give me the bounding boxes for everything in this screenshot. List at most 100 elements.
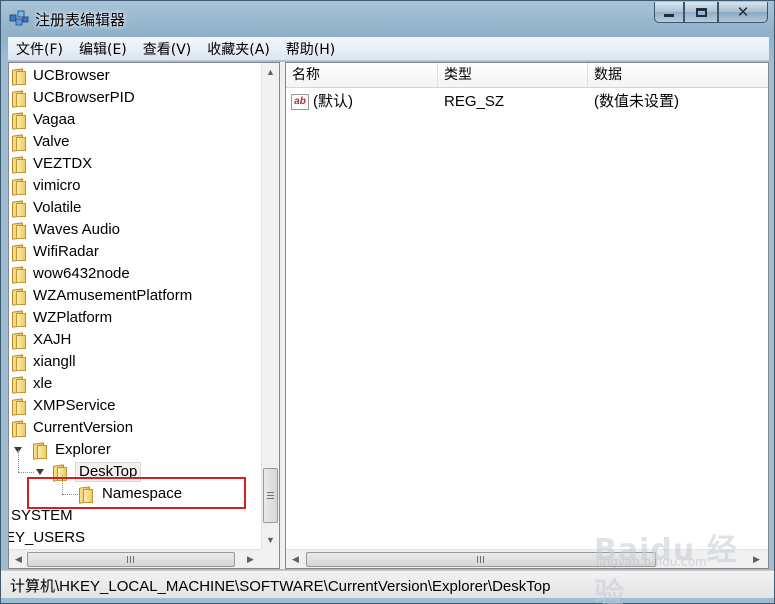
- grip-icon: [477, 556, 478, 563]
- tree-item-label: EY_USERS: [8, 529, 86, 546]
- folder-icon: [12, 399, 26, 415]
- scroll-left-icon[interactable]: ◀: [287, 551, 304, 568]
- tree-item-label: UCBrowser: [33, 67, 110, 84]
- column-header-name[interactable]: 名称: [286, 63, 438, 88]
- tree-item[interactable]: XAJH: [9, 329, 261, 351]
- folder-icon: [33, 443, 47, 459]
- horizontal-scroll-thumb[interactable]: [27, 552, 235, 567]
- tree-item[interactable]: Waves Audio: [9, 219, 261, 241]
- scroll-up-icon[interactable]: ▲: [262, 63, 279, 80]
- title-bar[interactable]: 注册表编辑器 ✕: [1, 1, 774, 35]
- column-header-type[interactable]: 类型: [438, 63, 588, 88]
- tree-item[interactable]: Volatile: [9, 197, 261, 219]
- grip-icon: [127, 556, 128, 563]
- tree-item[interactable]: xle: [9, 373, 261, 395]
- tree-item-label: Valve: [33, 133, 70, 150]
- folder-icon: [12, 223, 26, 239]
- column-header-data[interactable]: 数据: [588, 63, 768, 88]
- tree-item[interactable]: WifiRadar: [9, 241, 261, 263]
- grip-icon: [130, 556, 131, 563]
- tree-item-label: Vagaa: [33, 111, 76, 128]
- scrollbar-corner: [261, 549, 279, 568]
- tree-item-label: wow6432node: [33, 265, 130, 282]
- folder-icon: [12, 245, 26, 261]
- menu-favorites[interactable]: 收藏夹(A): [199, 39, 278, 59]
- minimize-icon: [664, 14, 674, 17]
- scroll-right-icon[interactable]: ▶: [242, 551, 259, 568]
- folder-icon: [12, 355, 26, 371]
- folder-icon: [12, 157, 26, 173]
- window-title: 注册表编辑器: [35, 11, 126, 29]
- tree-item-label: xiangll: [33, 353, 76, 370]
- expand-collapse-icon[interactable]: [36, 469, 44, 475]
- tree-item[interactable]: VEZTDX: [9, 153, 261, 175]
- window-controls: ✕: [654, 2, 768, 24]
- tree-item-label: CurrentVersion: [33, 419, 134, 436]
- client-area: UCBrowser UCBrowserPID Vagaa Valve VEZTD…: [8, 62, 769, 569]
- tree-item[interactable]: wow6432node: [9, 263, 261, 285]
- vertical-scroll-thumb[interactable]: [263, 468, 278, 523]
- tree-item-label: Explorer: [55, 441, 111, 458]
- watermark-url: jingyan.baidu.com: [596, 555, 707, 569]
- tree-item-explorer[interactable]: Explorer: [9, 439, 261, 461]
- tree-item-label: WZPlatform: [33, 309, 113, 326]
- folder-icon: [12, 289, 26, 305]
- regedit-app-icon: [9, 10, 29, 26]
- folder-icon: [12, 201, 26, 217]
- tree-item[interactable]: WZAmusementPlatform: [9, 285, 261, 307]
- tree-connector: [18, 472, 34, 473]
- tree-item-label: Waves Audio: [33, 221, 120, 238]
- tree-item[interactable]: vimicro: [9, 175, 261, 197]
- folder-icon: [12, 69, 26, 85]
- grip-icon: [267, 498, 274, 499]
- value-data: (数值未设置): [594, 93, 679, 110]
- list-header: 名称 类型 数据: [286, 63, 768, 88]
- tree-vertical-scrollbar[interactable]: ▲ ▼: [261, 63, 279, 549]
- registry-path: 计算机\HKEY_LOCAL_MACHINE\SOFTWARE\CurrentV…: [10, 578, 551, 595]
- tree-item[interactable]: Valve: [9, 131, 261, 153]
- folder-icon: [12, 267, 26, 283]
- tree-item[interactable]: XMPService: [9, 395, 261, 417]
- tree-item-label: WifiRadar: [33, 243, 99, 260]
- close-button[interactable]: ✕: [718, 2, 768, 23]
- tree-item-label: vimicro: [33, 177, 81, 194]
- folder-icon: [12, 377, 26, 393]
- highlight-annotation: [27, 477, 246, 509]
- scroll-down-icon[interactable]: ▼: [262, 531, 279, 548]
- close-icon: ✕: [736, 4, 750, 21]
- menu-help[interactable]: 帮助(H): [278, 39, 343, 59]
- tree-item[interactable]: Vagaa: [9, 109, 261, 131]
- tree-item-label: WZAmusementPlatform: [33, 287, 193, 304]
- tree-horizontal-scrollbar[interactable]: ◀ ▶: [9, 549, 261, 568]
- regedit-window: 注册表编辑器 ✕ 文件(F) 编辑(E) 查看(V) 收藏夹(A) 帮助(H) …: [0, 0, 775, 604]
- registry-tree-pane: UCBrowser UCBrowserPID Vagaa Valve VEZTD…: [8, 62, 280, 569]
- menu-edit[interactable]: 编辑(E): [71, 39, 135, 59]
- folder-icon: [12, 135, 26, 151]
- maximize-icon: [695, 7, 707, 17]
- grip-icon: [267, 492, 274, 493]
- tree-item-label: VEZTDX: [33, 155, 93, 172]
- value-row[interactable]: ab (默认) REG_SZ (数值未设置): [286, 91, 768, 113]
- menu-view[interactable]: 查看(V): [135, 39, 200, 59]
- tree-item[interactable]: WZPlatform: [9, 307, 261, 329]
- tree-item-label: XMPService: [33, 397, 116, 414]
- grip-icon: [480, 556, 481, 563]
- tree-item-label: Volatile: [33, 199, 82, 216]
- tree-item-label: xle: [33, 375, 53, 392]
- tree-item-label: UCBrowserPID: [33, 89, 135, 106]
- baidu-watermark: Baidu 经验 jingyan.baidu.com: [588, 525, 768, 604]
- tree-item[interactable]: xiangll: [9, 351, 261, 373]
- folder-icon: [12, 421, 26, 437]
- tree-item[interactable]: CurrentVersion: [9, 417, 261, 439]
- minimize-button[interactable]: [654, 2, 684, 23]
- menu-file[interactable]: 文件(F): [8, 39, 71, 59]
- tree-item[interactable]: UCBrowserPID: [9, 87, 261, 109]
- scroll-left-icon[interactable]: ◀: [10, 551, 27, 568]
- folder-icon: [12, 333, 26, 349]
- folder-icon: [12, 113, 26, 129]
- tree-item[interactable]: UCBrowser: [9, 65, 261, 87]
- maximize-button[interactable]: [684, 2, 718, 23]
- grip-icon: [483, 556, 484, 563]
- folder-icon: [12, 91, 26, 107]
- tree-item[interactable]: EY_USERS: [9, 527, 261, 549]
